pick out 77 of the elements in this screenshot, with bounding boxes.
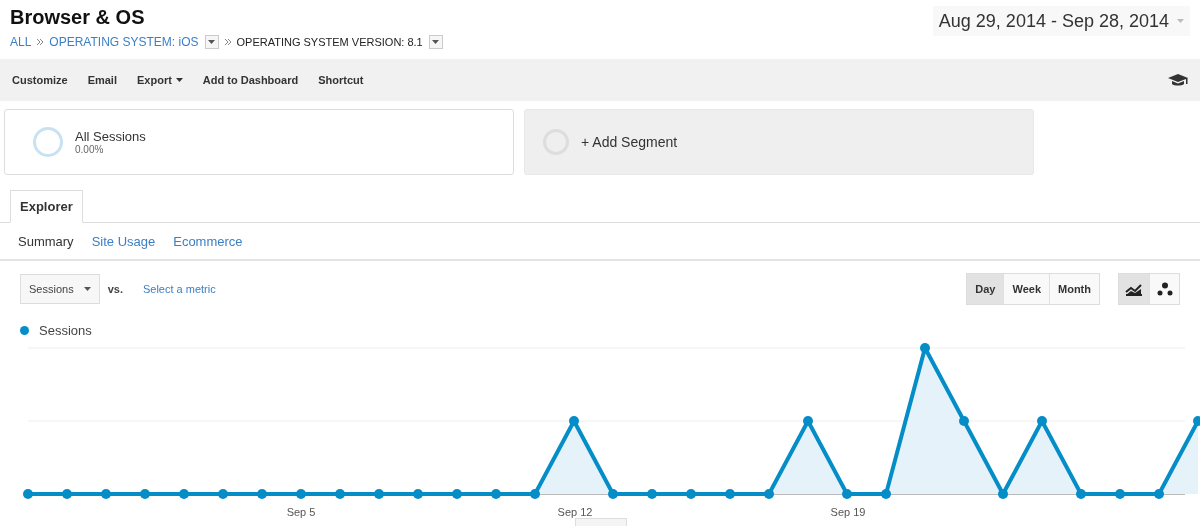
dropdown-button[interactable] [428, 35, 443, 49]
page-title: Browser & OS [10, 6, 146, 29]
bubbles-icon [1156, 282, 1173, 297]
caret-icon [432, 40, 440, 44]
data-point [101, 489, 111, 500]
data-point [998, 489, 1008, 500]
data-point [218, 489, 228, 500]
data-point [1115, 489, 1125, 500]
graduation-cap-icon[interactable] [1168, 73, 1188, 88]
data-point [335, 489, 345, 500]
caret-icon [175, 78, 183, 83]
data-point [1193, 416, 1200, 427]
segment-name: + Add Segment [581, 133, 678, 150]
data-point [179, 489, 189, 500]
separator-icon [224, 39, 231, 45]
toolbar-button[interactable]: Add to Dashboard [202, 74, 299, 87]
data-point [920, 343, 930, 354]
circle-icon [33, 126, 63, 157]
bubble-chart-button[interactable] [1149, 274, 1179, 305]
axis-label: Sep 12 [557, 506, 593, 519]
breadcrumb-current: OPERATING SYSTEM VERSION: 8.1 [236, 36, 423, 48]
subtab[interactable]: Summary [18, 234, 74, 250]
data-point [686, 489, 696, 500]
toolbar-button[interactable]: Export [137, 74, 183, 87]
dropdown-button[interactable] [204, 35, 219, 49]
caret-icon [208, 40, 215, 44]
line-chart-icon [1125, 282, 1143, 297]
data-point [881, 489, 891, 500]
data-point [764, 489, 774, 500]
toolbar-button[interactable]: Shortcut [318, 74, 364, 87]
segment-card[interactable]: All Sessions 0.00% [4, 108, 514, 175]
data-point [725, 489, 735, 500]
data-point [140, 489, 150, 500]
vs-label: vs. [107, 283, 123, 296]
toolbar-button[interactable]: Email [87, 74, 117, 87]
caret-icon [1177, 19, 1184, 23]
data-point [452, 489, 462, 500]
segment-name: All Sessions [75, 128, 146, 144]
data-point [413, 489, 423, 500]
breadcrumb-link[interactable]: ALL [10, 35, 32, 49]
separator-icon [37, 39, 44, 45]
metric-dropdown[interactable]: Sessions [20, 274, 100, 305]
legend-label: Sessions [39, 323, 92, 339]
data-point [803, 416, 813, 427]
line-chart-button[interactable] [1119, 274, 1149, 305]
axis-label: Sep 5 [286, 506, 316, 519]
data-point [1037, 416, 1047, 427]
breadcrumb-link[interactable]: OPERATING SYSTEM: iOS [49, 35, 199, 49]
data-point [647, 489, 657, 500]
data-point [569, 416, 579, 427]
axis-label: Sep 19 [830, 506, 866, 519]
subtab[interactable]: Site Usage [91, 234, 156, 250]
data-point [257, 489, 267, 500]
data-point [842, 489, 852, 500]
data-point [1076, 489, 1086, 500]
data-point [374, 489, 384, 500]
data-point [491, 489, 501, 500]
data-point [296, 489, 306, 500]
period-button[interactable]: Day [967, 274, 1004, 305]
toolbar-button[interactable]: Customize [12, 74, 68, 87]
data-point [1154, 489, 1164, 500]
period-button[interactable]: Month [1049, 274, 1099, 305]
resize-handle[interactable] [575, 518, 627, 526]
subtab[interactable]: Ecommerce [173, 234, 243, 250]
legend-dot [20, 326, 29, 336]
data-point [62, 489, 72, 500]
add-segment-button[interactable]: + Add Segment [524, 108, 1034, 175]
data-point [608, 489, 618, 500]
date-range-picker[interactable]: Aug 29, 2014 - Sep 28, 2014 [932, 6, 1190, 36]
select-metric-link[interactable]: Select a metric [142, 283, 216, 296]
segment-percent: 0.00% [75, 143, 105, 155]
caret-icon [83, 287, 91, 292]
data-point [23, 489, 33, 500]
data-point [959, 416, 969, 427]
tab[interactable]: Explorer [10, 190, 83, 224]
period-button[interactable]: Week [1003, 274, 1049, 305]
data-point [530, 489, 540, 500]
